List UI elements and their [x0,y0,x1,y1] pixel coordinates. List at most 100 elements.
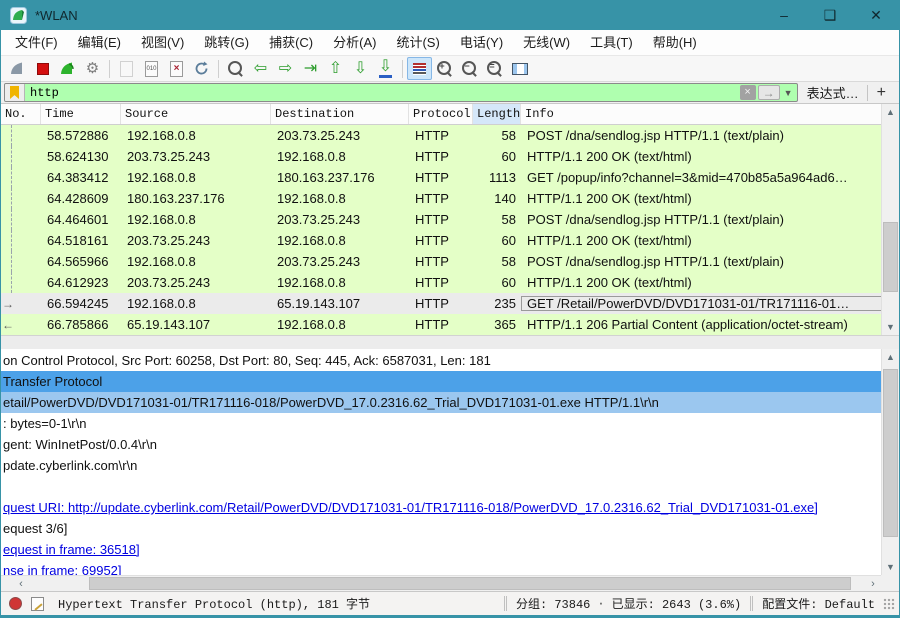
packet-row-selected[interactable]: → 66.594245 192.168.0.8 65.19.143.107 HT… [1,293,883,314]
menu-capture[interactable]: 捕获(C) [259,30,323,55]
filter-bar: × → ▼ 表达式… + [1,82,899,104]
packet-detail-pane: on Control Protocol, Src Port: 60258, Ds… [1,349,899,591]
packet-row[interactable]: ← 66.785866 65.19.143.107 192.168.0.8 HT… [1,314,883,335]
scrollbar-thumb[interactable] [89,577,851,590]
column-header-destination[interactable]: Destination [271,104,409,124]
colorize-icon[interactable] [407,57,432,80]
stop-capture-icon[interactable] [30,57,55,80]
stop-square [36,62,49,75]
menu-tools[interactable]: 工具(T) [580,30,643,55]
column-header-time[interactable]: Time [41,104,121,124]
conversation-dash [11,209,12,230]
conversation-dash [11,272,12,293]
detail-tree: on Control Protocol, Src Port: 60258, Ds… [1,350,881,581]
minimize-button[interactable]: – [761,0,807,30]
detail-line-tcp[interactable]: on Control Protocol, Src Port: 60258, Ds… [1,350,881,371]
close-button[interactable]: ✕ [853,0,899,30]
display-filter-input[interactable] [25,84,740,101]
scroll-up-icon[interactable]: ▲ [882,349,899,365]
response-arrow-icon: ← [2,317,14,332]
column-header-no[interactable]: No. [1,104,41,124]
menu-edit[interactable]: 编辑(E) [68,30,131,55]
go-forward-icon[interactable]: ⇨ [273,57,298,80]
packet-row[interactable]: 64.612923 203.73.25.243 192.168.0.8 HTTP… [1,272,883,293]
detail-vertical-scrollbar[interactable]: ▲ ▼ [881,349,899,575]
title-bar: *WLAN – ❑ ✕ [1,0,899,30]
capture-options-icon[interactable]: ⚙ [80,57,105,80]
menu-help[interactable]: 帮助(H) [643,30,707,55]
go-to-packet-icon[interactable]: ⇥ [298,57,323,80]
menu-view[interactable]: 视图(V) [131,30,194,55]
detail-line-http-selected[interactable]: Transfer Protocol [1,371,881,392]
status-separator [503,596,507,611]
packet-row[interactable]: 64.383412 192.168.0.8 180.163.237.176 HT… [1,167,883,188]
zoom-out-icon[interactable]: − [457,57,482,80]
pane-splitter[interactable] [1,335,899,349]
packet-row[interactable]: 64.565966 192.168.0.8 203.73.25.243 HTTP… [1,251,883,272]
menu-statistics[interactable]: 统计(S) [386,30,449,55]
packet-list-scrollbar[interactable]: ▲ ▼ [881,104,899,335]
conversation-dash [11,167,12,188]
detail-link-full-uri[interactable]: quest URI: http://update.cyberlink.com/R… [1,497,881,518]
menu-wireless[interactable]: 无线(W) [513,30,580,55]
find-packet-icon[interactable] [223,57,248,80]
scroll-up-icon[interactable]: ▲ [882,104,899,120]
detail-line-user-agent[interactable]: gent: WinInetPost/0.0.4\r\n [1,434,881,455]
scroll-down-icon[interactable]: ▼ [882,319,899,335]
resize-columns-icon[interactable] [507,57,532,80]
column-header-protocol[interactable]: Protocol [409,104,473,124]
detail-line-range[interactable]: : bytes=0-1\r\n [1,413,881,434]
zoom-100-icon[interactable]: = [482,57,507,80]
open-file-icon[interactable] [114,57,139,80]
resize-grip[interactable] [883,597,895,610]
column-header-length[interactable]: Length [473,104,521,124]
profile-label[interactable]: 配置文件: Default [762,595,875,612]
packet-row[interactable]: 64.518161 203.73.25.243 192.168.0.8 HTTP… [1,230,883,251]
close-file-icon[interactable]: × [164,57,189,80]
column-header-info[interactable]: Info [521,104,883,124]
restart-capture-icon[interactable] [55,57,80,80]
scroll-right-icon[interactable]: › [865,576,881,591]
conversation-dash [11,188,12,209]
conversation-dash [11,251,12,272]
filter-dropdown-button[interactable]: ▼ [782,85,795,100]
menu-file[interactable]: 文件(F) [5,30,68,55]
go-up-icon[interactable]: ⇧ [323,57,348,80]
detail-line-get-request[interactable]: etail/PowerDVD/DVD171031-01/TR171116-018… [1,392,881,413]
detail-line-blank [1,476,881,497]
scrollbar-thumb[interactable] [883,222,898,292]
clear-filter-button[interactable]: × [739,85,756,100]
detail-line-request-number[interactable]: equest 3/6] [1,518,881,539]
packet-row[interactable]: 58.624130 203.73.25.243 192.168.0.8 HTTP… [1,146,883,167]
column-header-source[interactable]: Source [121,104,271,124]
menu-go[interactable]: 跳转(G) [194,30,259,55]
add-filter-button[interactable]: + [868,84,893,101]
go-down-icon[interactable]: ⇩ [348,57,373,80]
auto-scroll-icon[interactable]: ⇩ [373,57,398,80]
menu-telephony[interactable]: 电话(Y) [450,30,513,55]
reload-file-icon[interactable] [189,57,214,80]
scrollbar-thumb[interactable] [883,369,898,537]
detail-link-prev-request-frame[interactable]: equest in frame: 36518] [1,539,881,560]
scroll-left-icon[interactable]: ‹ [13,576,29,591]
scroll-down-icon[interactable]: ▼ [882,559,899,575]
detail-horizontal-scrollbar[interactable]: ‹ › [1,575,881,591]
go-back-icon[interactable]: ⇦ [248,57,273,80]
zoom-in-icon[interactable]: + [432,57,457,80]
save-file-icon[interactable]: 010 [139,57,164,80]
toolbar-separator [402,59,403,78]
expert-info-icon[interactable] [9,597,22,610]
menu-analyze[interactable]: 分析(A) [323,30,386,55]
expression-link[interactable]: 表达式… [807,83,859,102]
apply-filter-button[interactable]: → [757,85,780,100]
packet-row[interactable]: 64.464601 192.168.0.8 203.73.25.243 HTTP… [1,209,883,230]
filter-bookmark-button[interactable] [5,84,25,101]
maximize-button[interactable]: ❑ [807,0,853,30]
packet-row[interactable]: 58.572886 192.168.0.8 203.73.25.243 HTTP… [1,125,883,146]
conversation-dash [11,230,12,251]
status-field-text: Hypertext Transfer Protocol (http), 181 … [58,598,371,612]
start-capture-icon[interactable] [5,57,30,80]
detail-line-host[interactable]: pdate.cyberlink.com\r\n [1,455,881,476]
packet-row[interactable]: 64.428609 180.163.237.176 192.168.0.8 HT… [1,188,883,209]
capture-comment-icon[interactable] [31,596,44,611]
